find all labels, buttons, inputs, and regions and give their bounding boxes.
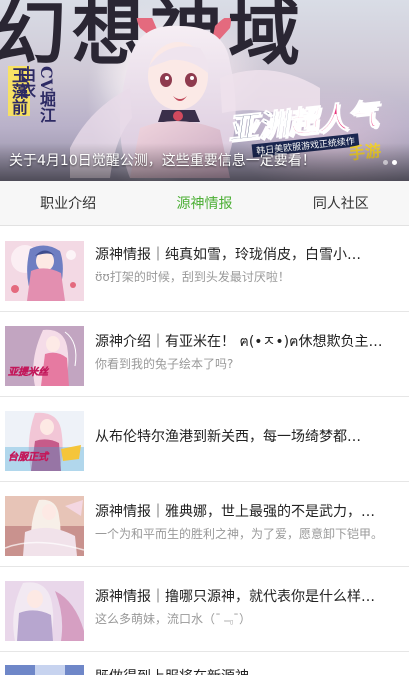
article-title: 源神情报｜雅典娜，世上最强的不是武力，…	[95, 504, 375, 520]
thumbnail-caption: 台服正式	[8, 452, 48, 463]
article-thumbnail: 亚提米丝	[5, 326, 84, 386]
article-title: 从布伦特尔渔港到新关西，每一场绮梦都…	[95, 429, 361, 445]
article-title: 源神情报｜纯真如雪，玲珑俏皮，白雪小…	[95, 247, 361, 263]
article-subtitle: ʊ̈ʊ打架的时候，刮到头发最讨厌啦！	[95, 270, 290, 284]
article-item[interactable]: 台服正式 从布伦特尔渔港到新关西，每一场绮梦都…	[0, 397, 409, 482]
article-item-partial[interactable]: 既做得到上服将在新源神…	[0, 655, 409, 675]
article-item[interactable]: 亚提米丝 源神介绍｜有亚米在！ ฅ(•ㅈ•)ฅ休想欺负主… 你看到我的兔子绘本了…	[0, 312, 409, 397]
carousel-indicator	[383, 160, 397, 165]
banner-caption[interactable]: 关于4月10日觉醒公测，这些重要信息一定要看！	[9, 150, 316, 170]
thumbnail-caption: 亚提米丝	[8, 367, 48, 378]
article-title: 源神介绍｜有亚米在！ ฅ(•ㅈ•)ฅ休想欺负主…	[95, 334, 383, 350]
carousel-dot-active[interactable]	[392, 160, 397, 165]
tab-fan-community[interactable]: 同人社区	[273, 181, 409, 225]
tab-class-intro[interactable]: 职业介绍	[0, 181, 136, 225]
article-thumbnail: 台服正式	[5, 411, 84, 471]
article-thumbnail	[5, 581, 84, 641]
article-subtitle: 这么多萌妹，流口水（¯﹃¯）	[95, 612, 252, 626]
article-title: 既做得到上服将在新源神…	[95, 666, 393, 675]
promo-badge-title-right: 超人气	[285, 97, 380, 142]
article-thumbnail	[5, 665, 84, 675]
article-title: 源神情报｜撸哪只源神，就代表你是什么样…	[95, 589, 375, 605]
category-tabs: 职业介绍 源神情报 同人社区	[0, 181, 409, 226]
article-thumbnail	[5, 241, 84, 301]
article-item[interactable]: 源神情报｜撸哪只源神，就代表你是什么样… 这么多萌妹，流口水（¯﹃¯）	[0, 567, 409, 652]
character-voice-actor: CV堀江由衣	[17, 66, 56, 124]
article-list: 源神情报｜纯真如雪，玲珑俏皮，白雪小… ʊ̈ʊ打架的时候，刮到头发最讨厌啦！ 亚…	[0, 226, 409, 652]
article-thumbnail	[5, 496, 84, 556]
article-subtitle: 你看到我的兔子绘本了吗?	[95, 357, 234, 371]
banner-character-tag: 玉藻前 CV堀江由衣	[8, 66, 56, 128]
article-item[interactable]: 源神情报｜雅典娜，世上最强的不是武力，… 一个为和平而生的胜利之神，为了爱，愿意…	[0, 482, 409, 567]
carousel-dot[interactable]	[383, 160, 388, 165]
article-subtitle: 一个为和平而生的胜利之神，为了爱，愿意卸下铠甲。	[95, 527, 384, 541]
article-item[interactable]: 源神情报｜纯真如雪，玲珑俏皮，白雪小… ʊ̈ʊ打架的时候，刮到头发最讨厌啦！	[0, 238, 409, 312]
banner-carousel[interactable]: 幻想神域 玉藻前 CV堀江由衣 亚洲超人气	[0, 0, 409, 181]
tab-deity-news[interactable]: 源神情报	[136, 181, 272, 225]
